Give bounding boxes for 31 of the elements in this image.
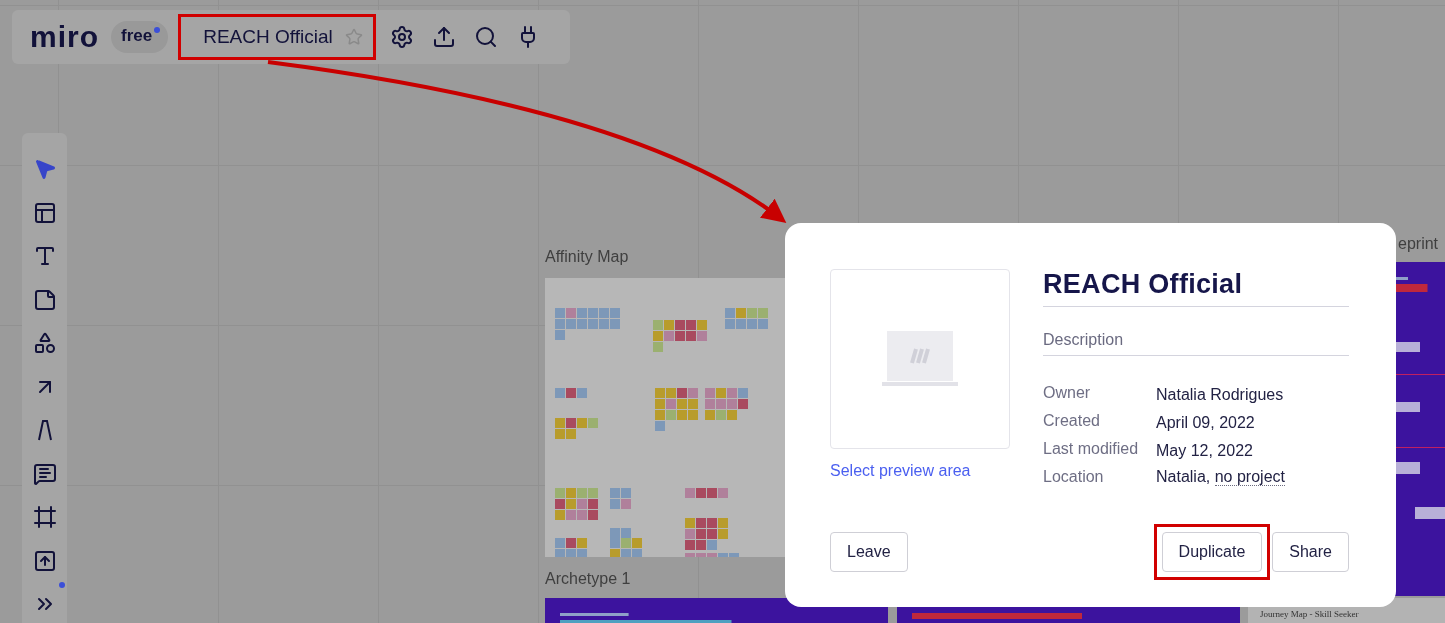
upload-icon[interactable] [32, 548, 57, 573]
board-title: REACH Official [1043, 269, 1349, 307]
star-icon[interactable] [344, 28, 363, 46]
description-field[interactable]: Description [1043, 331, 1349, 356]
leave-button[interactable]: Leave [830, 532, 908, 572]
share-button[interactable]: Share [1272, 532, 1349, 572]
detail-value: Natalia Rodrigues [1156, 385, 1285, 404]
frame-title: Journey Map - Skill Seeker [1260, 609, 1359, 619]
template-icon[interactable] [32, 200, 57, 225]
plan-badge: free [111, 21, 169, 53]
board-title-button[interactable]: REACH Official [181, 17, 373, 57]
logo: miro [30, 20, 99, 54]
select-preview-link[interactable]: Select preview area [830, 462, 1010, 480]
project-link[interactable]: no project [1214, 468, 1285, 486]
laptop-icon [882, 331, 958, 387]
duplicate-button[interactable]: Duplicate [1161, 532, 1263, 572]
frame-title: eprint [1398, 235, 1439, 253]
notification-dot [154, 27, 161, 33]
comment-icon[interactable] [32, 461, 57, 486]
frame-title: Affinity Map [545, 248, 629, 266]
detail-value: May 12, 2022 [1156, 441, 1254, 460]
detail-label: Location [1043, 468, 1105, 486]
shapes-icon[interactable] [32, 331, 57, 355]
frame-icon[interactable] [32, 505, 57, 529]
detail-value: Natalia, [1156, 467, 1211, 485]
detail-value: April 09, 2022 [1156, 413, 1256, 432]
detail-label: Created [1043, 412, 1101, 431]
detail-label: Owner [1043, 384, 1092, 403]
frame-title: Archetype 1 [545, 570, 631, 588]
detail-label: Last modified [1043, 440, 1140, 459]
sticky-note-icon[interactable] [32, 287, 57, 312]
